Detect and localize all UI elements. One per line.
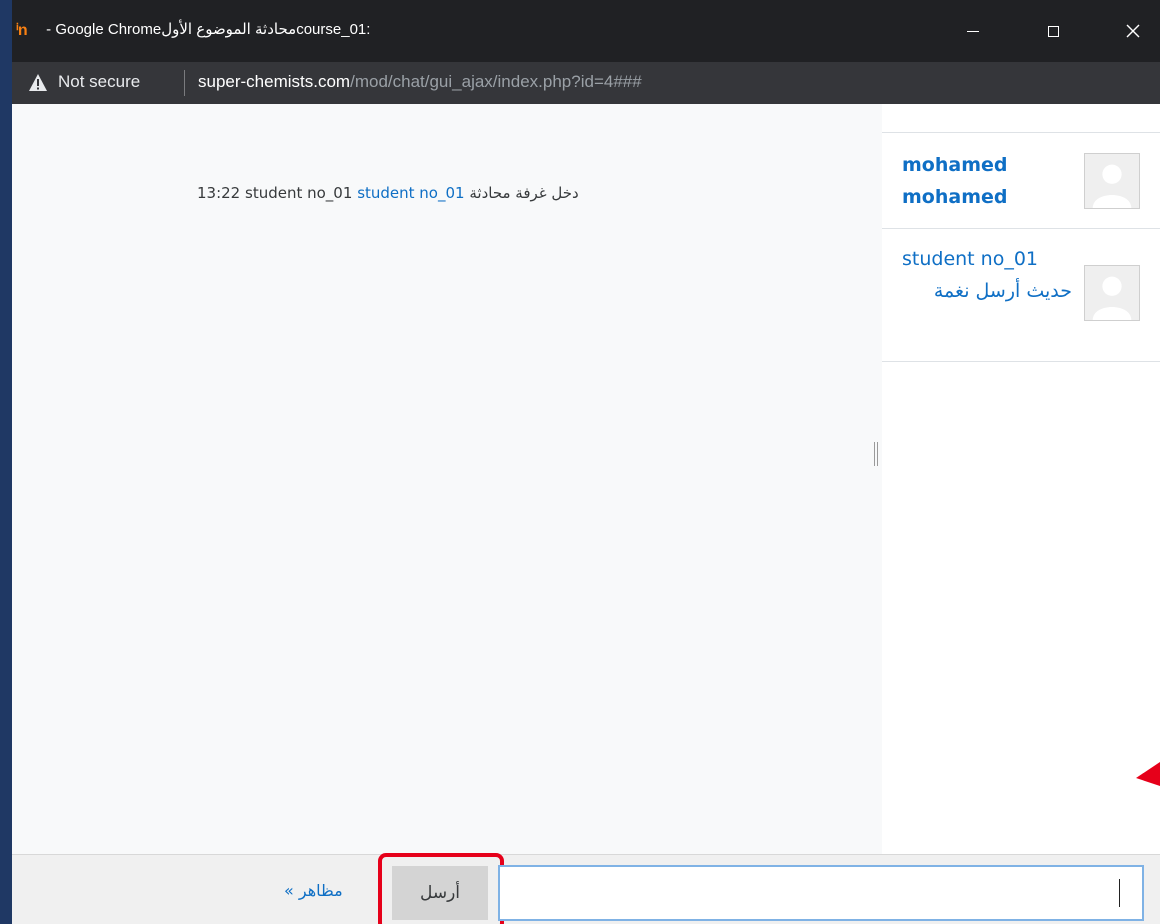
- message-text: دخل غرفة محادثة: [469, 184, 579, 202]
- red-arrow-annotation-icon: [1136, 762, 1160, 786]
- chat-page: دخل غرفة محادثة student no_01 student no…: [12, 104, 1160, 924]
- moodle-logo-icon: ⁱn: [16, 22, 28, 39]
- themes-link[interactable]: مظاهر »: [284, 881, 343, 900]
- url-path: /mod/chat/gui_ajax/index.php?id=4###: [350, 72, 642, 91]
- default-user-icon: [1092, 276, 1132, 320]
- avatar[interactable]: [1084, 265, 1140, 321]
- user-list-item: mohamed mohamed: [882, 132, 1160, 229]
- user-name-link[interactable]: mohamed mohamed: [902, 149, 1072, 213]
- beep-link[interactable]: حديث أرسل نغمة: [902, 275, 1072, 307]
- pane-resize-handle[interactable]: [874, 442, 878, 466]
- message-user: student no_01: [245, 184, 353, 202]
- address-separator: [184, 70, 185, 96]
- user-entry-text: student no_01 حديث أرسل نغمة: [902, 243, 1072, 307]
- window-title-suffix: - Google Chrome: [42, 21, 162, 38]
- user-name-link[interactable]: student no_01: [902, 248, 1038, 270]
- message-time: 13:22: [197, 184, 241, 202]
- text-caret: [1119, 879, 1120, 907]
- maximize-icon: [1047, 25, 1059, 37]
- window-title-arabic: محادثة الموضوع الأول: [161, 21, 297, 38]
- window-title-prefix: course_01:: [296, 21, 375, 38]
- url-host: super-chemists.com: [198, 72, 351, 91]
- message-input-bar: مظاهر » أرسل: [12, 853, 1160, 924]
- close-icon: [1126, 24, 1140, 38]
- url-text[interactable]: super-chemists.com/mod/chat/gui_ajax/ind…: [198, 72, 642, 92]
- messages-pane: دخل غرفة محادثة student no_01 student no…: [12, 104, 872, 854]
- title-bar: course_01: محادثة الموضوع الأول - Google…: [12, 0, 1160, 62]
- user-list-item: student no_01 حديث أرسل نغمة: [882, 228, 1160, 362]
- avatar[interactable]: [1084, 153, 1140, 209]
- users-list: mohamed mohamed student no_01 حديث أرسل …: [882, 104, 1160, 854]
- chat-message: دخل غرفة محادثة student no_01 student no…: [197, 184, 579, 202]
- message-input[interactable]: [498, 865, 1144, 921]
- address-bar[interactable]: Not secure super-chemists.com/mod/chat/g…: [12, 62, 1160, 104]
- message-user-link[interactable]: student no_01: [357, 184, 464, 202]
- window-title: course_01: محادثة الموضوع الأول - Google…: [42, 20, 375, 38]
- default-user-icon: [1092, 164, 1132, 208]
- minimize-icon: [967, 30, 979, 32]
- maximize-button[interactable]: [1030, 0, 1076, 62]
- close-button[interactable]: [1110, 0, 1156, 62]
- security-label[interactable]: Not secure: [58, 72, 140, 92]
- send-button[interactable]: أرسل: [392, 866, 488, 920]
- minimize-button[interactable]: [950, 0, 996, 62]
- warning-triangle-icon[interactable]: [28, 73, 48, 93]
- chrome-window: course_01: محادثة الموضوع الأول - Google…: [12, 0, 1160, 924]
